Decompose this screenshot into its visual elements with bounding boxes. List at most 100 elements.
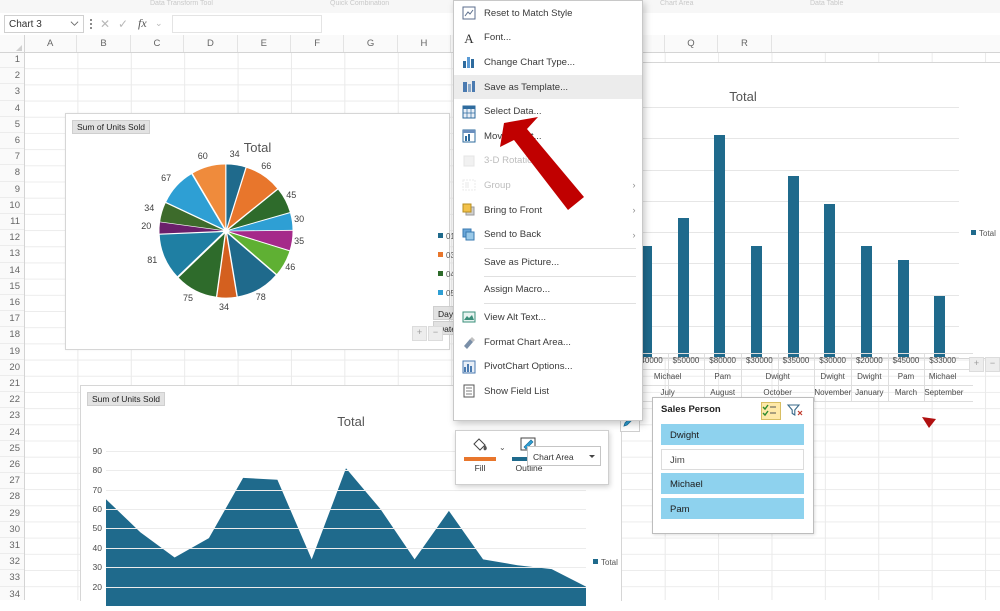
row-header-11[interactable]: 11 [0, 214, 24, 231]
row-header-9[interactable]: 9 [0, 182, 24, 198]
ribbon-hint-2: Chart Area [660, 0, 694, 7]
row-header-34[interactable]: 34 [0, 587, 24, 600]
menu-item-assign-macro[interactable]: Assign Macro... [454, 278, 642, 303]
row-header-28[interactable]: 28 [0, 489, 24, 506]
row-header-20[interactable]: 20 [0, 360, 24, 376]
column-header-C[interactable]: C [131, 35, 185, 52]
column-header-H[interactable]: H [398, 35, 452, 52]
row-header-7[interactable]: 7 [0, 149, 24, 166]
row-header-25[interactable]: 25 [0, 441, 24, 457]
mini-toolbar[interactable]: Fill ⌄ Outline ⌄ Chart Area [455, 430, 609, 485]
row-header-26[interactable]: 26 [0, 457, 24, 474]
row-header-29[interactable]: 29 [0, 506, 24, 522]
row-header-13[interactable]: 13 [0, 246, 24, 263]
select-all-corner[interactable] [0, 35, 25, 52]
bar-column[interactable] [677, 218, 689, 357]
row-header-10[interactable]: 10 [0, 198, 24, 214]
menu-item-reset-to-match-style[interactable]: Reset to Match Style [454, 1, 642, 26]
ribbon-hint-0: Data Transform Tool [150, 0, 213, 7]
menu-item-font[interactable]: A Font... [454, 26, 642, 51]
menu-item-pivotchart-options[interactable]: PivotChart Options... [454, 354, 642, 379]
row-header-31[interactable]: 31 [0, 538, 24, 555]
menu-item-view-alt-text[interactable]: View Alt Text... [454, 305, 642, 330]
pivot-field-button-units-sold[interactable]: Sum of Units Sold [72, 120, 151, 134]
bar-minus-button[interactable]: − [985, 357, 1000, 372]
row-header-6[interactable]: 6 [0, 133, 24, 150]
row-header-4[interactable]: 4 [0, 101, 24, 117]
menu-item-show-field-list[interactable]: Show Field List [454, 379, 642, 404]
bar-column[interactable] [897, 259, 909, 357]
bar-column[interactable] [934, 295, 946, 357]
column-header-B[interactable]: B [77, 35, 131, 52]
chevron-down-icon[interactable] [589, 455, 595, 458]
bar-column[interactable] [824, 204, 836, 357]
fx-icon[interactable]: fx [138, 16, 147, 31]
pivot-field-button-units-sold-area[interactable]: Sum of Units Sold [87, 392, 166, 406]
menu-item-change-chart-type[interactable]: Change Chart Type... [454, 50, 642, 75]
bar-column[interactable] [714, 134, 726, 357]
row-header-30[interactable]: 30 [0, 522, 24, 538]
bar-chart-card[interactable]: Total $40000 $50000 $80000 $30000 $35000 $300… [612, 62, 1000, 402]
chart-element-select[interactable]: Chart Area [527, 446, 601, 466]
row-header-27[interactable]: 27 [0, 473, 24, 490]
column-header-R[interactable]: R [718, 35, 772, 52]
multi-select-icon[interactable] [761, 402, 781, 420]
row-header-17[interactable]: 17 [0, 311, 24, 328]
clear-filter-icon[interactable] [786, 402, 804, 418]
ribbon-hint-1: Quick Combination [330, 0, 390, 7]
row-header-23[interactable]: 23 [0, 408, 24, 425]
bar-axis-month: January [855, 388, 884, 397]
slicer-item-jim[interactable]: Jim [661, 448, 804, 470]
row-header-3[interactable]: 3 [0, 84, 24, 101]
row-header-33[interactable]: 33 [0, 570, 24, 587]
menu-item-send-to-back[interactable]: Send to Back › [454, 222, 642, 247]
name-box-chevron-down-icon[interactable] [70, 19, 79, 28]
column-header-A[interactable]: A [24, 35, 78, 52]
menu-item-format-chart-area[interactable]: Format Chart Area... [454, 330, 642, 355]
cancel-x-icon[interactable]: ✕ [100, 17, 110, 31]
row-header-32[interactable]: 32 [0, 554, 24, 571]
menu-item-save-as-template[interactable]: Save as Template... [454, 74, 642, 100]
row-header-16[interactable]: 16 [0, 295, 24, 312]
column-header-D[interactable]: D [184, 35, 238, 52]
pie-chart-zoom-buttons[interactable]: + − [411, 326, 443, 341]
column-header-G[interactable]: G [344, 35, 398, 52]
name-box-more-icon[interactable] [89, 17, 93, 31]
bar-chart-zoom-buttons[interactable]: + − [968, 357, 1000, 372]
menu-item-save-as-picture[interactable]: Save as Picture... [454, 250, 642, 275]
column-header-E[interactable]: E [238, 35, 291, 52]
pie-plus-button[interactable]: + [412, 326, 427, 341]
sales-person-slicer[interactable]: Sales Person Dwight Jim Michael Pam [652, 397, 814, 534]
bar-chart-plot [629, 107, 959, 358]
row-header-24[interactable]: 24 [0, 425, 24, 441]
bar-column[interactable] [861, 245, 873, 357]
bar-column[interactable] [787, 176, 799, 357]
fx-chevron-down-icon[interactable]: ⌄ [155, 18, 163, 29]
fill-chevron-down-icon[interactable]: ⌄ [499, 443, 506, 452]
row-header-21[interactable]: 21 [0, 376, 24, 393]
pie-chart-card[interactable]: Sum of Units Sold Total 34 66 45 30 35 46 78 34… [65, 113, 501, 350]
slicer-item-michael[interactable]: Michael [661, 473, 804, 494]
bar-column[interactable] [751, 245, 763, 357]
row-header-12[interactable]: 12 [0, 230, 24, 247]
column-header-Q[interactable]: Q [665, 35, 719, 52]
row-header-5[interactable]: 5 [0, 117, 24, 133]
fill-button[interactable]: Fill [462, 435, 498, 473]
row-header-19[interactable]: 19 [0, 344, 24, 360]
slicer-item-pam[interactable]: Pam [661, 497, 804, 519]
formula-input[interactable] [172, 15, 322, 33]
check-icon[interactable]: ✓ [118, 17, 128, 31]
column-header-F[interactable]: F [291, 35, 345, 52]
row-header-1[interactable]: 1 [0, 52, 24, 69]
row-header-22[interactable]: 22 [0, 392, 24, 409]
slicer-item-dwight[interactable]: Dwight [661, 424, 804, 445]
bar-plus-button[interactable]: + [969, 357, 984, 372]
pie-minus-button[interactable]: − [428, 326, 443, 341]
row-header-18[interactable]: 18 [0, 327, 24, 344]
legend-swatch [438, 271, 443, 276]
row-header-2[interactable]: 2 [0, 68, 24, 85]
bar-legend-label: Total [979, 229, 996, 238]
row-header-8[interactable]: 8 [0, 165, 24, 182]
row-header-15[interactable]: 15 [0, 279, 24, 295]
row-header-14[interactable]: 14 [0, 263, 24, 279]
